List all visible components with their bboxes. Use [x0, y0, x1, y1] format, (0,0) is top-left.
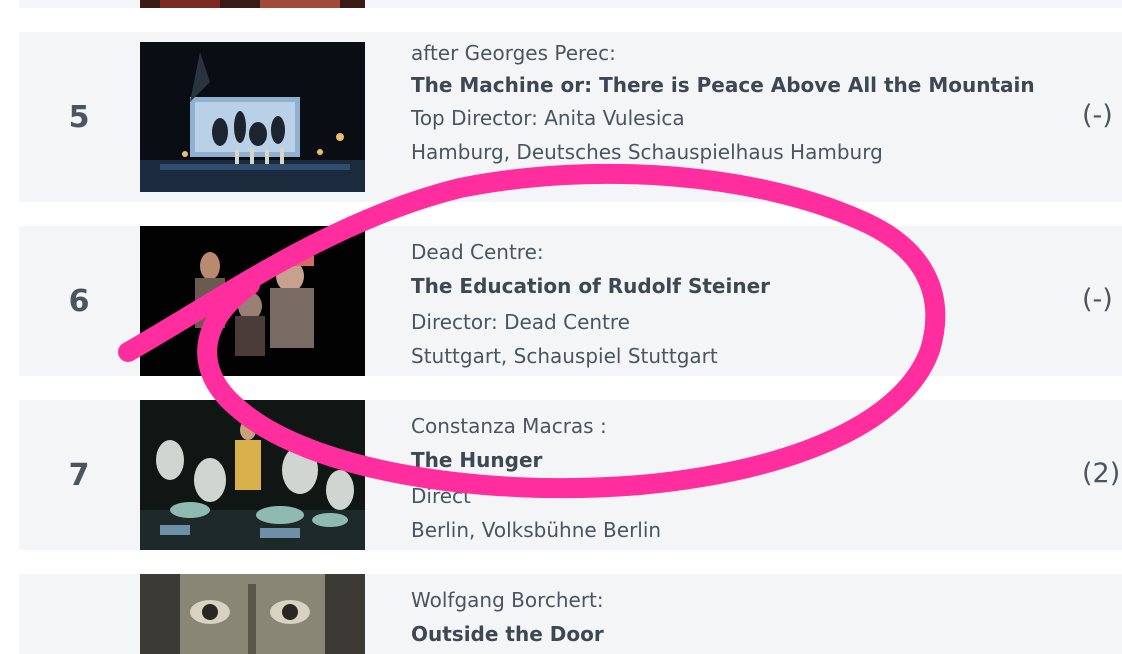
production-photo[interactable] [140, 400, 365, 550]
rank-change: (-) [1082, 100, 1113, 131]
venue-label: Stuttgart, Schauspiel Stuttgart [411, 344, 718, 368]
entry-info: Constanza Macras : The Hunger Direct Ber… [411, 409, 1051, 547]
production-title-link[interactable]: The Education of Rudolf Steiner [411, 274, 770, 298]
list-item[interactable]: 6 Dead Centre: The Education of Rudolf S… [19, 226, 1122, 376]
rank-number: 5 [68, 100, 90, 135]
production-title[interactable]: The Hunger [411, 443, 1051, 477]
production-title[interactable]: The Machine or: There is Peace Above All… [411, 70, 1051, 101]
production-title-link[interactable]: The Machine or: There is Peace Above All… [411, 73, 1035, 97]
director-label: Director: Dead Centre [411, 310, 630, 334]
production-title-link[interactable]: Outside the Door [411, 622, 604, 646]
rank-number: 7 [68, 458, 90, 493]
director-label: Direct [411, 484, 471, 508]
production-title-link[interactable]: The Hunger [411, 448, 542, 472]
production-photo[interactable] [140, 42, 365, 192]
rank-number: 6 [68, 284, 90, 319]
author-label: Constanza Macras : [411, 414, 607, 438]
author-label: Wolfgang Borchert: [411, 588, 604, 612]
entry-info: Wolfgang Borchert: Outside the Door [411, 583, 1051, 651]
author-label: Dead Centre: [411, 240, 544, 264]
director-label: Top Director: Anita Vulesica [411, 106, 685, 130]
production-photo[interactable] [140, 574, 365, 654]
rank-change: (-) [1082, 284, 1113, 315]
author-label: after Georges Perec: [411, 41, 616, 65]
list-item[interactable]: Wolfgang Borchert: Outside the Door [19, 574, 1122, 654]
entry-info: Dead Centre: The Education of Rudolf Ste… [411, 235, 1051, 373]
venue-label: Berlin, Volksbühne Berlin [411, 518, 662, 542]
list-item[interactable]: 5 after Georges Perec: The Machine or: T… [19, 32, 1122, 202]
production-title[interactable]: Outside the Door [411, 617, 1051, 651]
production-title[interactable]: The Education of Rudolf Steiner [411, 269, 1051, 303]
production-photo[interactable] [140, 226, 365, 376]
venue-label: Hamburg, Deutsches Schauspielhaus Hambur… [411, 140, 883, 164]
entry-info: after Georges Perec: The Machine or: The… [411, 36, 1051, 169]
production-photo[interactable] [140, 0, 365, 8]
list-item[interactable]: 7 Constanza Macras : The Hunger Direct B… [19, 400, 1122, 550]
rank-change: (2) [1082, 458, 1121, 489]
list-item-partial-top[interactable] [19, 0, 1122, 8]
